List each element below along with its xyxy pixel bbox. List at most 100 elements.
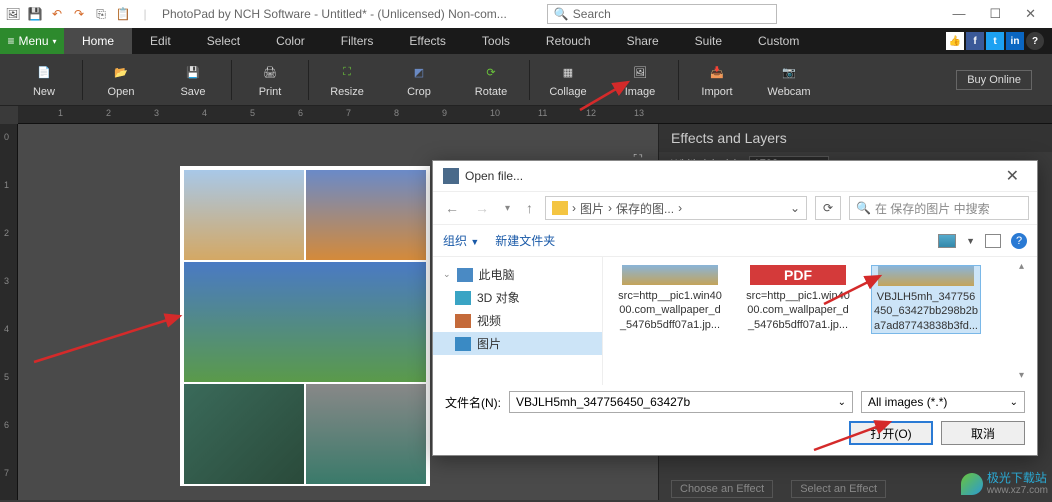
chevron-down-icon[interactable]: ⌄ <box>790 201 800 215</box>
tab-tools[interactable]: Tools <box>464 28 528 54</box>
forward-icon[interactable]: → <box>471 200 493 216</box>
collage-cell <box>306 384 426 484</box>
window-title: PhotoPad by NCH Software - Untitled* - (… <box>162 7 507 21</box>
paste-icon[interactable]: 📋 <box>114 5 132 23</box>
dialog-body: ⌄此电脑 3D 对象 视频 图片 src=http__pic1.win4000.… <box>433 257 1037 385</box>
search-icon: 🔍 <box>856 201 871 215</box>
dialog-title: Open file... <box>465 169 523 183</box>
collage-icon: ▦ <box>557 62 579 84</box>
3d-icon <box>455 291 471 305</box>
collage-cell <box>306 170 426 260</box>
scrollbar[interactable]: ▴▾ <box>1019 261 1035 381</box>
dialog-close-icon[interactable]: ✕ <box>998 166 1027 186</box>
ribbon-toolbar: 📄New 📂Open 💾Save 🖨Print ⛶Resize ◩Crop ⟳R… <box>0 54 1052 106</box>
cancel-button[interactable]: 取消 <box>941 421 1025 445</box>
image-button[interactable]: 🖼Image <box>604 62 676 98</box>
filename-label: 文件名(N): <box>445 394 501 411</box>
save-icon[interactable]: 💾 <box>26 5 44 23</box>
search-icon: 🔍 <box>554 7 569 21</box>
tab-color[interactable]: Color <box>258 28 323 54</box>
separator <box>82 60 83 100</box>
twitter-icon[interactable]: t <box>986 32 1004 50</box>
social-icons: 👍 f t in ? <box>946 28 1052 54</box>
maximize-icon[interactable]: ☐ <box>989 6 1001 22</box>
resize-icon: ⛶ <box>336 62 358 84</box>
organize-menu[interactable]: 组织 ▼ <box>443 232 479 249</box>
address-bar[interactable]: › 图片 › 保存的图... › ⌄ <box>545 196 807 220</box>
close-icon[interactable]: ✕ <box>1025 6 1036 22</box>
import-icon: 📥 <box>706 62 728 84</box>
scroll-up-icon[interactable]: ▴ <box>1019 261 1035 272</box>
chevron-down-icon[interactable]: ⌄ <box>1010 397 1018 408</box>
file-thumbnail: PDF <box>750 265 846 285</box>
breadcrumb-item[interactable]: 图片 <box>580 200 604 217</box>
thumbsup-icon[interactable]: 👍 <box>946 32 964 50</box>
copy-icon[interactable]: ⎘ <box>92 5 110 23</box>
dialog-toolbar: 组织 ▼ 新建文件夹 ▼ ? <box>433 225 1037 257</box>
open-button[interactable]: 打开(O) <box>849 421 933 445</box>
tab-suite[interactable]: Suite <box>677 28 740 54</box>
video-icon <box>455 314 471 328</box>
print-button[interactable]: 🖨Print <box>234 62 306 98</box>
resize-button[interactable]: ⛶Resize <box>311 62 383 98</box>
tab-custom[interactable]: Custom <box>740 28 817 54</box>
dialog-nav: ← → ▾ ↑ › 图片 › 保存的图... › ⌄ ⟳ 🔍 在 保存的图片 中… <box>433 191 1037 225</box>
recent-icon[interactable]: ▾ <box>501 203 514 214</box>
search-placeholder: 在 保存的图片 中搜索 <box>875 200 990 217</box>
separator <box>529 60 530 100</box>
folder-icon <box>552 201 568 215</box>
tab-effects[interactable]: Effects <box>391 28 463 54</box>
save-button[interactable]: 💾Save <box>157 62 229 98</box>
sidebar-item-pictures[interactable]: 图片 <box>433 332 602 355</box>
webcam-button[interactable]: 📷Webcam <box>753 62 825 98</box>
back-icon[interactable]: ← <box>441 200 463 216</box>
tab-share[interactable]: Share <box>609 28 677 54</box>
chevron-down-icon[interactable]: ⌄ <box>838 397 846 408</box>
file-item-selected[interactable]: VBJLH5mh_347756450_63427bb298b2ba7ad8774… <box>871 265 981 334</box>
panel-title: Effects and Layers <box>659 124 1052 152</box>
tab-home[interactable]: Home <box>64 28 132 54</box>
new-folder-button[interactable]: 新建文件夹 <box>495 232 555 249</box>
search-box[interactable]: 🔍 Search <box>547 4 777 24</box>
collage-button[interactable]: ▦Collage <box>532 62 604 98</box>
tab-edit[interactable]: Edit <box>132 28 189 54</box>
crop-icon: ◩ <box>408 62 430 84</box>
view-icon[interactable] <box>938 234 956 248</box>
help-icon[interactable]: ? <box>1011 233 1027 249</box>
breadcrumb-item[interactable]: 保存的图... <box>616 200 674 217</box>
help-icon[interactable]: ? <box>1026 32 1044 50</box>
sidebar-item-thispc[interactable]: ⌄此电脑 <box>433 263 602 286</box>
refresh-icon: ⟳ <box>823 201 833 215</box>
filename-input[interactable]: VBJLH5mh_347756450_63427b⌄ <box>509 391 853 413</box>
file-item[interactable]: PDF src=http__pic1.win4000.com_wallpaper… <box>743 265 853 332</box>
menu-button[interactable]: ≡ Menu ▾ <box>0 28 64 54</box>
file-item[interactable]: src=http__pic1.win4000.com_wallpaper_d_5… <box>615 265 725 332</box>
sidebar-item-videos[interactable]: 视频 <box>433 309 602 332</box>
undo-icon[interactable]: ↶ <box>48 5 66 23</box>
tab-filters[interactable]: Filters <box>323 28 392 54</box>
file-list[interactable]: src=http__pic1.win4000.com_wallpaper_d_5… <box>603 257 1037 385</box>
rotate-button[interactable]: ⟳Rotate <box>455 62 527 98</box>
canvas[interactable] <box>180 166 430 486</box>
chevron-down-icon[interactable]: ▼ <box>966 236 975 246</box>
separator <box>231 60 232 100</box>
minimize-icon[interactable]: — <box>952 6 965 22</box>
dialog-search[interactable]: 🔍 在 保存的图片 中搜索 <box>849 196 1029 220</box>
linkedin-icon[interactable]: in <box>1006 32 1024 50</box>
buy-online-button[interactable]: Buy Online <box>956 70 1032 90</box>
open-button[interactable]: 📂Open <box>85 62 157 98</box>
sidebar-item-3d[interactable]: 3D 对象 <box>433 286 602 309</box>
preview-icon[interactable] <box>985 234 1001 248</box>
filetype-filter[interactable]: All images (*.*)⌄ <box>861 391 1025 413</box>
scroll-down-icon[interactable]: ▾ <box>1019 370 1035 381</box>
crop-button[interactable]: ◩Crop <box>383 62 455 98</box>
import-button[interactable]: 📥Import <box>681 62 753 98</box>
facebook-icon[interactable]: f <box>966 32 984 50</box>
redo-icon[interactable]: ↷ <box>70 5 88 23</box>
refresh-button[interactable]: ⟳ <box>815 196 841 220</box>
up-icon[interactable]: ↑ <box>522 200 537 216</box>
tab-retouch[interactable]: Retouch <box>528 28 609 54</box>
tab-select[interactable]: Select <box>189 28 258 54</box>
new-button[interactable]: 📄New <box>8 62 80 98</box>
webcam-icon: 📷 <box>778 62 800 84</box>
